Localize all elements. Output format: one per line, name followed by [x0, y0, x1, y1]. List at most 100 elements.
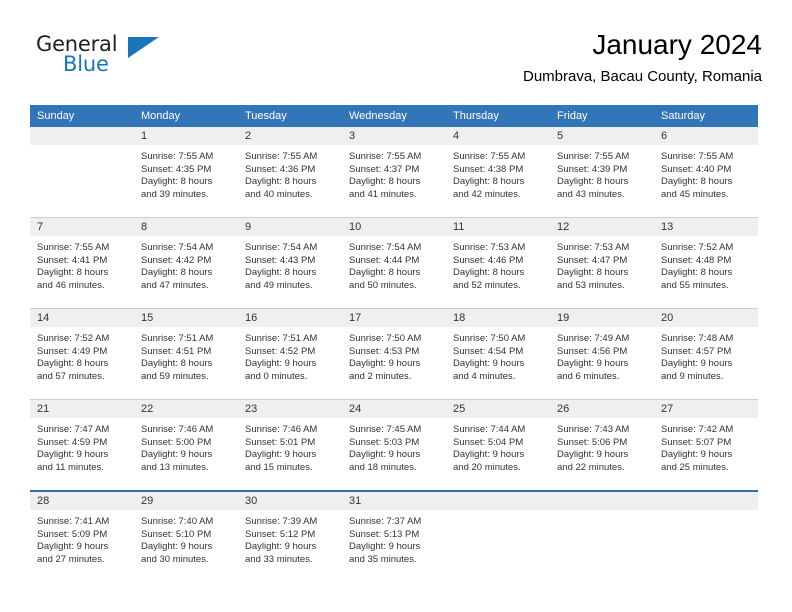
sunrise-text: Sunrise: 7:46 AM [245, 424, 318, 435]
calendar-day-cell[interactable]: 16 Sunrise: 7:51 AM Sunset: 4:52 PM Dayligh… [238, 308, 342, 400]
day-number [550, 492, 654, 510]
daylight-text: Daylight: 9 hours [245, 358, 317, 370]
daylight-text: Daylight: 8 hours [453, 176, 525, 188]
daylight-text-cont: and 27 minutes. [37, 553, 105, 565]
sunset-text: Sunset: 5:01 PM [245, 436, 316, 448]
calendar-day-cell[interactable]: 4 Sunrise: 7:55 AM Sunset: 4:38 PM Daylight… [446, 127, 550, 218]
sunrise-text: Sunrise: 7:48 AM [661, 333, 734, 344]
sunset-text: Sunset: 5:10 PM [141, 528, 212, 540]
day-number: 27 [654, 400, 758, 418]
daylight-text: Daylight: 8 hours [349, 267, 421, 279]
calendar-day-cell[interactable]: 9 Sunrise: 7:54 AM Sunset: 4:43 PM Daylight… [238, 217, 342, 309]
sunrise-text: Sunrise: 7:39 AM [245, 516, 318, 527]
calendar-day-cell[interactable]: 29 Sunrise: 7:40 AM Sunset: 5:10 PM Dayligh… [134, 490, 238, 582]
daylight-text: Daylight: 8 hours [245, 176, 317, 188]
sunset-text: Sunset: 4:59 PM [37, 436, 108, 448]
daylight-text: Daylight: 8 hours [349, 176, 421, 188]
sunrise-text: Sunrise: 7:37 AM [349, 516, 422, 527]
calendar-day-cell[interactable]: 3 Sunrise: 7:55 AM Sunset: 4:37 PM Daylight… [342, 127, 446, 218]
day-number [446, 492, 550, 510]
calendar-week-row: 21 Sunrise: 7:47 AM Sunset: 4:59 PM Dayligh… [30, 399, 758, 491]
sunset-text: Sunset: 4:38 PM [453, 163, 524, 175]
calendar-day-cell[interactable]: 6 Sunrise: 7:55 AM Sunset: 4:40 PM Daylight… [654, 127, 758, 218]
calendar-day-cell[interactable]: 2 Sunrise: 7:55 AM Sunset: 4:36 PM Daylight… [238, 127, 342, 218]
calendar-day-cell[interactable]: 30 Sunrise: 7:39 AM Sunset: 5:12 PM Dayligh… [238, 490, 342, 582]
calendar-day-cell[interactable]: 31 Sunrise: 7:37 AM Sunset: 5:13 PM Dayligh… [342, 490, 446, 582]
calendar-day-cell[interactable] [654, 490, 758, 582]
page-header: General Blue January 2024 Dumbrava, Baca… [30, 28, 762, 96]
daylight-text: Daylight: 8 hours [141, 176, 213, 188]
daylight-text-cont: and 52 minutes. [453, 279, 521, 291]
calendar-day-cell[interactable]: 12 Sunrise: 7:53 AM Sunset: 4:47 PM Dayligh… [550, 217, 654, 309]
sunrise-text: Sunrise: 7:47 AM [37, 424, 110, 435]
calendar-day-cell[interactable]: 25 Sunrise: 7:44 AM Sunset: 5:04 PM Dayligh… [446, 399, 550, 491]
weekday-header-wednesday: Wednesday [342, 105, 446, 127]
calendar-day-cell[interactable]: 18 Sunrise: 7:50 AM Sunset: 4:54 PM Dayligh… [446, 308, 550, 400]
calendar-day-cell[interactable]: 24 Sunrise: 7:45 AM Sunset: 5:03 PM Dayligh… [342, 399, 446, 491]
sunset-text: Sunset: 5:09 PM [37, 528, 108, 540]
calendar-day-cell[interactable]: 22 Sunrise: 7:46 AM Sunset: 5:00 PM Dayligh… [134, 399, 238, 491]
calendar-day-cell[interactable]: 23 Sunrise: 7:46 AM Sunset: 5:01 PM Dayligh… [238, 399, 342, 491]
calendar-day-cell[interactable]: 8 Sunrise: 7:54 AM Sunset: 4:42 PM Daylight… [134, 217, 238, 309]
day-number: 12 [550, 218, 654, 236]
sunset-text: Sunset: 5:06 PM [557, 436, 628, 448]
sunrise-text: Sunrise: 7:55 AM [557, 151, 630, 162]
sunset-text: Sunset: 5:03 PM [349, 436, 420, 448]
daylight-text-cont: and 33 minutes. [245, 553, 313, 565]
day-number: 7 [30, 218, 134, 236]
daylight-text-cont: and 15 minutes. [245, 461, 313, 473]
weekday-header-sunday: Sunday [30, 105, 134, 127]
calendar-day-cell[interactable]: 13 Sunrise: 7:52 AM Sunset: 4:48 PM Dayligh… [654, 217, 758, 309]
day-number: 23 [238, 400, 342, 418]
sunrise-text: Sunrise: 7:45 AM [349, 424, 422, 435]
daylight-text-cont: and 41 minutes. [349, 188, 417, 200]
calendar-body: 1 Sunrise: 7:55 AM Sunset: 4:35 PM Daylight… [30, 127, 758, 582]
sunrise-text: Sunrise: 7:43 AM [557, 424, 630, 435]
weekday-header-saturday: Saturday [654, 105, 758, 127]
page-title: January 2024 [592, 29, 762, 60]
sunset-text: Sunset: 4:42 PM [141, 254, 212, 266]
sunset-text: Sunset: 4:52 PM [245, 345, 316, 357]
sunset-text: Sunset: 5:07 PM [661, 436, 732, 448]
calendar-day-cell[interactable]: 19 Sunrise: 7:49 AM Sunset: 4:56 PM Dayligh… [550, 308, 654, 400]
day-number: 17 [342, 309, 446, 327]
calendar-day-cell[interactable]: 5 Sunrise: 7:55 AM Sunset: 4:39 PM Daylight… [550, 127, 654, 218]
daylight-text: Daylight: 8 hours [661, 267, 733, 279]
day-number: 21 [30, 400, 134, 418]
sunset-text: Sunset: 4:54 PM [453, 345, 524, 357]
calendar-day-cell[interactable]: 26 Sunrise: 7:43 AM Sunset: 5:06 PM Dayligh… [550, 399, 654, 491]
calendar-day-cell[interactable]: 7 Sunrise: 7:55 AM Sunset: 4:41 PM Daylight… [30, 217, 134, 309]
day-number: 8 [134, 218, 238, 236]
daylight-text: Daylight: 8 hours [37, 267, 109, 279]
calendar-day-cell[interactable]: 27 Sunrise: 7:42 AM Sunset: 5:07 PM Dayligh… [654, 399, 758, 491]
calendar-day-cell[interactable]: 15 Sunrise: 7:51 AM Sunset: 4:51 PM Dayligh… [134, 308, 238, 400]
daylight-text: Daylight: 9 hours [245, 541, 317, 553]
sunrise-text: Sunrise: 7:51 AM [245, 333, 318, 344]
daylight-text-cont: and 55 minutes. [661, 279, 729, 291]
sunset-text: Sunset: 4:41 PM [37, 254, 108, 266]
calendar-week-row: 14 Sunrise: 7:52 AM Sunset: 4:49 PM Dayligh… [30, 308, 758, 400]
daylight-text: Daylight: 9 hours [453, 358, 525, 370]
calendar-day-cell[interactable]: 28 Sunrise: 7:41 AM Sunset: 5:09 PM Dayligh… [30, 490, 134, 582]
sunrise-text: Sunrise: 7:52 AM [37, 333, 110, 344]
sunrise-text: Sunrise: 7:55 AM [245, 151, 318, 162]
day-number: 31 [342, 492, 446, 510]
sunset-text: Sunset: 4:46 PM [453, 254, 524, 266]
calendar-day-cell[interactable]: 21 Sunrise: 7:47 AM Sunset: 4:59 PM Dayligh… [30, 399, 134, 491]
calendar-week-row: 7 Sunrise: 7:55 AM Sunset: 4:41 PM Daylight… [30, 217, 758, 309]
logo-triangle-icon [128, 37, 159, 58]
calendar-day-cell[interactable]: 11 Sunrise: 7:53 AM Sunset: 4:46 PM Dayligh… [446, 217, 550, 309]
calendar-day-cell[interactable]: 17 Sunrise: 7:50 AM Sunset: 4:53 PM Dayligh… [342, 308, 446, 400]
daylight-text: Daylight: 9 hours [557, 449, 629, 461]
calendar-day-cell[interactable]: 10 Sunrise: 7:54 AM Sunset: 4:44 PM Dayligh… [342, 217, 446, 309]
calendar-day-cell[interactable]: 14 Sunrise: 7:52 AM Sunset: 4:49 PM Dayligh… [30, 308, 134, 400]
calendar-day-cell[interactable]: 20 Sunrise: 7:48 AM Sunset: 4:57 PM Dayligh… [654, 308, 758, 400]
sunset-text: Sunset: 4:47 PM [557, 254, 628, 266]
page-subtitle: Dumbrava, Bacau County, Romania [522, 68, 762, 85]
calendar-day-cell[interactable]: 1 Sunrise: 7:55 AM Sunset: 4:35 PM Daylight… [134, 127, 238, 218]
calendar-day-cell[interactable] [550, 490, 654, 582]
weekday-header-row: Sunday Monday Tuesday Wednesday Thursday… [30, 105, 758, 127]
calendar-day-cell[interactable] [30, 127, 134, 218]
calendar-day-cell[interactable] [446, 490, 550, 582]
sunset-text: Sunset: 4:37 PM [349, 163, 420, 175]
